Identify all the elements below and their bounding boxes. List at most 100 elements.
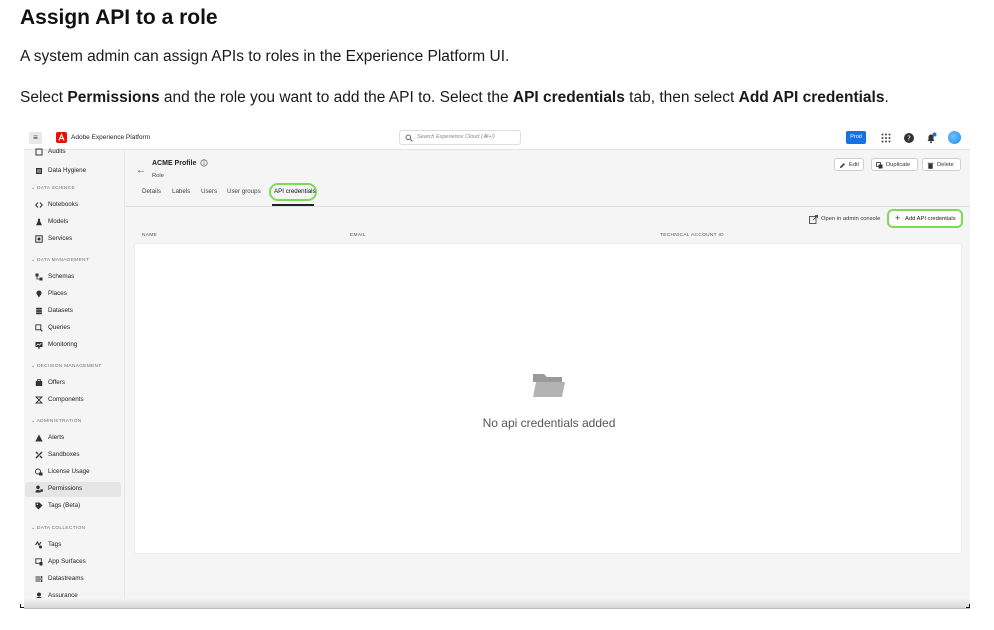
tab-details[interactable]: Details <box>142 188 161 195</box>
delete-button[interactable]: Delete <box>922 158 961 171</box>
platform-screenshot: ≡ Adobe Experience Platform Search Exper… <box>24 127 970 609</box>
adobe-logo-icon <box>56 132 67 143</box>
column-header-name[interactable]: NAME <box>142 233 157 238</box>
sidebar-section-data-management[interactable]: ⌄ DATA MANAGEMENT <box>31 258 89 263</box>
sidebar-section-administration[interactable]: ⌄ ADMINISTRATION <box>31 419 82 424</box>
sidebar-item-alerts[interactable]: Alerts <box>25 431 121 446</box>
back-arrow-icon[interactable]: ← <box>136 165 146 176</box>
tab-labels[interactable]: Labels <box>172 188 190 195</box>
sidebar-item-label: Data Hygiene <box>48 167 87 174</box>
trash-icon <box>927 162 934 169</box>
page-title: Assign API to a role <box>20 6 218 29</box>
sidebar-section-data-science[interactable]: ⌄ DATA SCIENCE <box>31 186 75 191</box>
query-icon <box>35 324 43 332</box>
sidebar-item-app-surfaces[interactable]: App Surfaces <box>25 555 121 570</box>
sidebar-item-data-hygiene[interactable]: Data Hygiene <box>25 164 121 179</box>
sidebar-item-sandboxes[interactable]: Sandboxes <box>25 448 121 463</box>
pin-icon <box>36 290 42 298</box>
edit-button[interactable]: Edit <box>834 158 864 171</box>
sidebar-item-label: App Surfaces <box>48 558 86 565</box>
offers-icon <box>35 379 43 386</box>
sidebar-item-label: Schemas <box>48 273 75 280</box>
sidebar-item-label: Sandboxes <box>48 451 80 458</box>
screenshot-bottom-edge <box>24 598 970 608</box>
sidebar-item-monitoring[interactable]: Monitoring <box>25 338 121 353</box>
flask-icon <box>36 218 42 226</box>
duplicate-icon <box>876 162 883 169</box>
sidebar-item-services[interactable]: Services <box>25 232 121 247</box>
app-switcher-icon[interactable] <box>880 132 892 144</box>
tags-icon <box>35 541 42 549</box>
tag-icon <box>35 502 43 510</box>
pencil-icon <box>840 163 845 168</box>
folder-icon <box>533 374 565 397</box>
menu-icon[interactable]: ≡ <box>29 132 42 144</box>
notification-bell-icon[interactable] <box>925 132 937 144</box>
avatar[interactable] <box>948 131 961 144</box>
sidebar-item-datastreams[interactable]: Datastreams <box>25 572 121 587</box>
duplicate-button[interactable]: Duplicate <box>871 158 918 171</box>
sidebar-item-components[interactable]: Components <box>25 393 121 408</box>
add-api-credentials-button[interactable]: + Add API credentials <box>887 209 963 228</box>
app-surfaces-icon <box>35 558 43 566</box>
app-title[interactable]: Adobe Experience Platform <box>71 134 150 141</box>
sidebar: Audits Data Hygiene ⌄ DATA SCIENCE Noteb… <box>24 148 125 608</box>
sidebar-item-permissions[interactable]: Permissions <box>25 482 121 497</box>
schema-icon <box>35 273 43 281</box>
sidebar-item-notebooks[interactable]: Notebooks <box>25 198 121 213</box>
sidebar-item-label: Audits <box>48 148 66 155</box>
sidebar-item-label: Monitoring <box>48 341 78 348</box>
license-icon <box>35 468 43 476</box>
instruction-paragraph: Select Permissions and the role you want… <box>20 89 889 106</box>
sidebar-item-label: Alerts <box>48 434 65 441</box>
sidebar-item-label: Models <box>48 218 69 225</box>
monitoring-icon <box>35 342 43 349</box>
sidebar-section-decision-management[interactable]: ⌄ DECISION MANAGEMENT <box>31 364 102 369</box>
top-bar: ≡ Adobe Experience Platform Search Exper… <box>24 127 970 150</box>
sidebar-item-offers[interactable]: Offers <box>25 376 121 391</box>
sidebar-item-label: Datasets <box>48 307 73 314</box>
sidebar-item-queries[interactable]: Queries <box>25 321 121 336</box>
sidebar-item-label: Datastreams <box>48 575 84 582</box>
sidebar-item-models[interactable]: Models <box>25 215 121 230</box>
tab-users[interactable]: Users <box>201 188 217 195</box>
crop-mark <box>966 604 970 608</box>
sidebar-item-label: Tags <box>48 541 62 548</box>
components-icon <box>35 396 43 404</box>
sidebar-item-tags[interactable]: Tags <box>25 538 121 553</box>
code-icon <box>35 202 43 208</box>
permissions-icon <box>35 485 43 493</box>
sidebar-item-datasets[interactable]: Datasets <box>25 304 121 319</box>
external-link-icon <box>809 215 818 224</box>
main-content: ← ACME Profile Role Edit Duplicate Delet… <box>126 151 970 608</box>
sidebar-item-tags-beta[interactable]: Tags (Beta) <box>25 499 121 514</box>
audit-icon <box>35 148 43 156</box>
sidebar-item-audits[interactable]: Audits <box>25 145 121 160</box>
role-type: Role <box>152 173 164 179</box>
sidebar-item-label: Permissions <box>48 485 83 492</box>
search-placeholder: Search Experience Cloud (⌘+/) <box>417 134 495 140</box>
sidebar-section-data-collection[interactable]: ⌄ DATA COLLECTION <box>31 526 85 531</box>
svg-text:?: ? <box>907 135 911 143</box>
sidebar-item-label: Notebooks <box>48 201 79 208</box>
sidebar-item-label: Services <box>48 235 73 242</box>
sidebar-item-places[interactable]: Places <box>25 287 121 302</box>
credentials-table: No api credentials added <box>134 243 962 554</box>
sidebar-item-license-usage[interactable]: License Usage <box>25 465 121 480</box>
datastreams-icon <box>35 576 43 582</box>
sidebar-item-label: License Usage <box>48 468 90 475</box>
column-header-email[interactable]: EMAIL <box>350 233 366 238</box>
tab-divider <box>126 206 970 207</box>
info-icon[interactable] <box>200 159 208 167</box>
tools-icon <box>35 451 43 459</box>
environment-badge[interactable]: Prod <box>846 131 866 144</box>
tab-user-groups[interactable]: User groups <box>227 188 261 195</box>
column-header-technical-account-id[interactable]: TECHNICAL ACCOUNT ID <box>660 233 724 238</box>
sidebar-item-schemas[interactable]: Schemas <box>25 270 121 285</box>
search-input[interactable]: Search Experience Cloud (⌘+/) <box>399 130 521 145</box>
help-icon[interactable]: ? <box>903 132 915 144</box>
sidebar-item-label: Components <box>48 396 84 403</box>
services-icon <box>35 235 43 243</box>
plus-icon: + <box>895 213 901 223</box>
tab-api-credentials[interactable]: API credentials <box>269 183 317 201</box>
